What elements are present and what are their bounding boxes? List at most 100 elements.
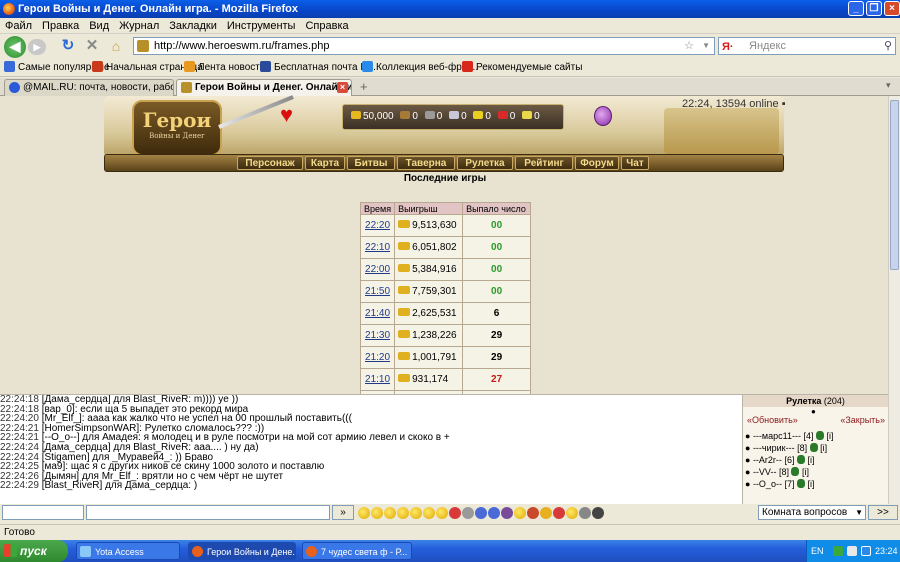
player-name[interactable]: --Ar2r-- (753, 455, 782, 465)
stop-icon[interactable]: ✕ (84, 38, 100, 54)
smiley-icon[interactable] (501, 507, 513, 519)
smiley-icon[interactable] (384, 507, 396, 519)
game-time-link[interactable]: 22:10 (365, 242, 390, 253)
tab-list-icon[interactable]: ▾ (886, 80, 891, 91)
tray-icon[interactable] (833, 546, 843, 556)
roulette-close-link[interactable]: «Закрыть» (840, 415, 885, 425)
smiley-icon[interactable] (371, 507, 383, 519)
smiley-icon[interactable] (540, 507, 552, 519)
home-icon[interactable]: ⌂ (108, 38, 124, 54)
menu-chat[interactable]: Чат (621, 156, 649, 170)
reload-icon[interactable]: ↻ (60, 38, 76, 54)
player-info-link[interactable]: [i] (808, 479, 815, 489)
language-indicator[interactable]: EN (811, 540, 824, 562)
chat-text[interactable]: [Blast_RiveR] для Дама_сердца: ) (42, 480, 197, 491)
roulette-player[interactable]: ● --VV-- [8] [i] (745, 467, 809, 477)
game-time-link[interactable]: 21:40 (365, 308, 390, 319)
forward-button[interactable]: ▶ (28, 39, 46, 55)
game-time-link[interactable]: 22:00 (365, 264, 390, 275)
maximize-button[interactable]: ❐ (866, 1, 882, 16)
menu-battles[interactable]: Битвы (347, 156, 395, 170)
close-window-button[interactable]: × (884, 1, 900, 16)
smiley-icon[interactable] (579, 507, 591, 519)
menu-history[interactable]: Журнал (114, 18, 164, 34)
volume-icon[interactable] (847, 546, 857, 556)
smiley-icon[interactable] (527, 507, 539, 519)
game-time-link[interactable]: 21:50 (365, 286, 390, 297)
chat-scrollbar[interactable] (888, 394, 900, 504)
menu-tools[interactable]: Инструменты (222, 18, 301, 34)
smiley-icon[interactable] (592, 507, 604, 519)
menu-forum[interactable]: Форум (575, 156, 619, 170)
scrollbar-thumb[interactable] (890, 100, 899, 270)
player-name[interactable]: ---чирик--- (753, 443, 795, 453)
bookmark-star-icon[interactable]: ☆ (684, 38, 694, 54)
menu-help[interactable]: Справка (300, 18, 353, 34)
game-time-link[interactable]: 22:20 (365, 220, 390, 231)
address-bar[interactable]: http://www.heroeswm.ru/frames.php ☆ ▼ (133, 37, 715, 55)
smiley-icon[interactable] (566, 507, 578, 519)
chat-nick-input[interactable] (2, 505, 84, 520)
network-icon[interactable] (861, 546, 871, 556)
menu-map[interactable]: Карта (305, 156, 345, 170)
smiley-icon[interactable] (397, 507, 409, 519)
smiley-icon[interactable] (462, 507, 474, 519)
roulette-refresh-link[interactable]: «Обновить» (747, 415, 798, 425)
task-yota[interactable]: Yota Access (76, 542, 180, 560)
smiley-icon[interactable] (410, 507, 422, 519)
player-name[interactable]: ---марс11--- (753, 431, 801, 441)
game-time-link[interactable]: 21:30 (365, 330, 390, 341)
menu-view[interactable]: Вид (84, 18, 114, 34)
chat-send-button[interactable]: » (332, 505, 354, 520)
player-info-link[interactable]: [i] (802, 467, 809, 477)
menu-rating[interactable]: Рейтинг (515, 156, 573, 170)
menu-file[interactable]: Файл (0, 18, 37, 34)
smiley-icon[interactable] (475, 507, 487, 519)
minimize-button[interactable]: _ (848, 1, 864, 16)
chat-go-button[interactable]: >> (868, 505, 898, 520)
menu-roulette[interactable]: Рулетка (457, 156, 513, 170)
chat-message-input[interactable] (86, 505, 330, 520)
bookmark-item[interactable]: Лента новостей (184, 61, 271, 75)
player-name[interactable]: --O_o-- (753, 479, 782, 489)
page-scrollbar[interactable] (888, 96, 900, 394)
menu-edit[interactable]: Правка (37, 18, 84, 34)
search-icon[interactable]: ⚲ (884, 38, 892, 54)
close-tab-icon[interactable]: × (337, 82, 348, 93)
game-time-link[interactable]: 21:20 (365, 352, 390, 363)
player-info-link[interactable]: [i] (820, 443, 827, 453)
heroes-favicon-icon (181, 82, 192, 93)
smiley-icon[interactable] (423, 507, 435, 519)
roulette-player[interactable]: ● --O_o-- [7] [i] (745, 479, 815, 489)
task-firefox-wonders[interactable]: 7 чудес света ф - Р... (302, 542, 412, 560)
menu-character[interactable]: Персонаж (237, 156, 303, 170)
start-button[interactable]: пуск (0, 540, 68, 562)
bookmark-item[interactable]: Бесплатная почта Н... (260, 61, 376, 75)
smiley-icon[interactable] (514, 507, 526, 519)
roulette-player[interactable]: ● ---чирик--- [8] [i] (745, 443, 827, 453)
smiley-icon[interactable] (553, 507, 565, 519)
roulette-player[interactable]: ● ---марс11--- [4] [i] (745, 431, 834, 441)
player-info-link[interactable]: [i] (808, 455, 815, 465)
bookmark-item[interactable]: Коллекция веб-фраг... (362, 61, 478, 75)
task-firefox-heroes[interactable]: Герои Войны и Дене... (188, 542, 296, 560)
smiley-icon[interactable] (488, 507, 500, 519)
smiley-icon[interactable] (358, 507, 370, 519)
smiley-icon[interactable] (436, 507, 448, 519)
back-button[interactable]: ◀ (4, 36, 26, 58)
tab-mail[interactable]: @MAIL.RU: почта, новости, работа, ... (4, 79, 174, 96)
url-dropdown-icon[interactable]: ▼ (702, 38, 710, 54)
new-tab-button[interactable]: + (360, 79, 368, 94)
chat-room-select[interactable]: Комната вопросов ▼ (758, 505, 866, 520)
bookmark-item[interactable]: Рекомендуемые сайты (462, 61, 582, 75)
menu-bookmarks[interactable]: Закладки (164, 18, 222, 34)
player-info-link[interactable]: [i] (827, 431, 834, 441)
menu-tavern[interactable]: Таверна (397, 156, 455, 170)
game-logo[interactable]: Герои Войны и Денег (132, 100, 222, 156)
smiley-icon[interactable] (449, 507, 461, 519)
tab-heroes[interactable]: Герои Войны и Денег. Онлайн иг... × (176, 79, 352, 96)
roulette-player[interactable]: ● --Ar2r-- [6] [i] (745, 455, 815, 465)
player-name[interactable]: --VV-- (753, 467, 777, 477)
search-input[interactable]: Я· Яндекс ⚲ (718, 37, 896, 55)
game-time-link[interactable]: 21:10 (365, 374, 390, 385)
